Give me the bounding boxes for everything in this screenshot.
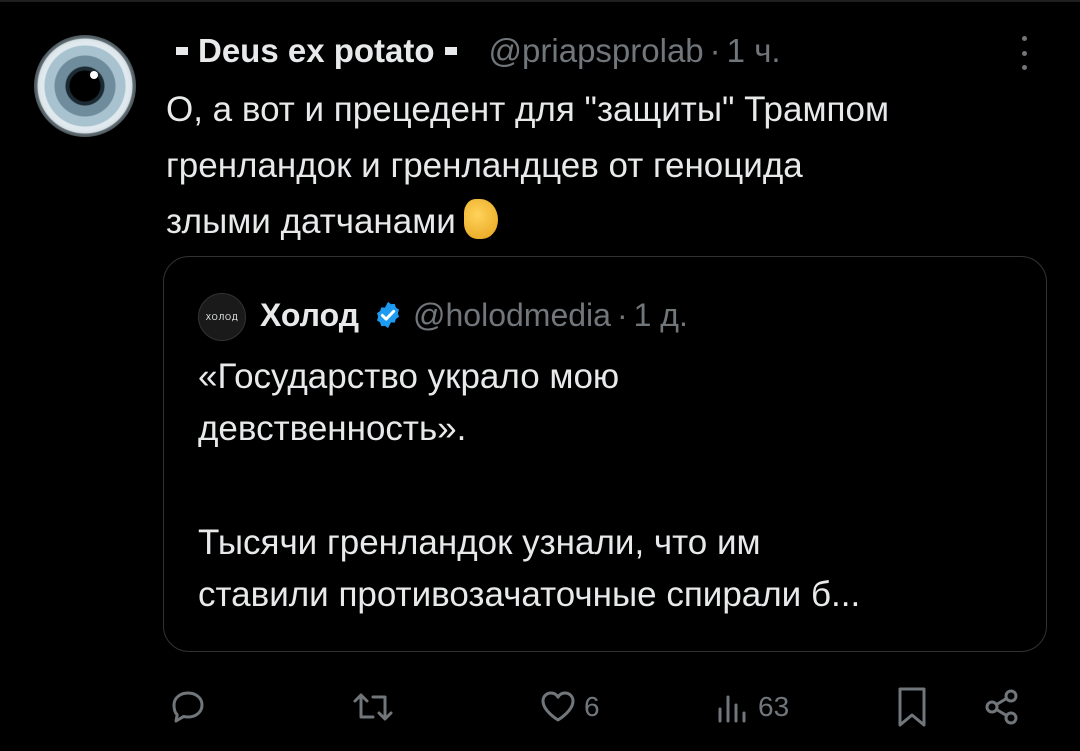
name-decoration-icon bbox=[444, 47, 457, 55]
post-timestamp[interactable]: 1 ч. bbox=[727, 32, 781, 70]
quoted-post-card[interactable]: ХОЛОД Холод @holodmedia · 1 д. «Государс… bbox=[163, 256, 1047, 652]
quoted-post-text: «Государство украло мою девственность». … bbox=[198, 351, 1018, 621]
repost-icon bbox=[353, 693, 393, 721]
action-bar: 6 63 bbox=[0, 680, 1080, 734]
bookmark-icon bbox=[898, 687, 926, 727]
post-header: Deus ex potato @priapsprolab · 1 ч. bbox=[166, 26, 781, 76]
quoted-text-line: девственность». bbox=[198, 409, 467, 448]
verified-badge-icon bbox=[377, 301, 400, 329]
quoted-author-handle[interactable]: @holodmedia bbox=[413, 297, 611, 334]
header-separator: · bbox=[709, 32, 721, 69]
quoted-header-separator: · bbox=[616, 296, 628, 333]
quoted-text-line: Тысячи гренландок узнали, что им bbox=[198, 523, 761, 562]
repost-button[interactable] bbox=[350, 680, 402, 734]
views-button[interactable]: 63 bbox=[712, 680, 789, 734]
post-text-line: гренландок и гренландцев от геноцида bbox=[166, 146, 803, 185]
more-options-icon[interactable] bbox=[1014, 36, 1034, 70]
post-text-line: О, а вот и прецедент для "защиты" Трампо… bbox=[166, 90, 890, 129]
heart-icon bbox=[541, 691, 575, 722]
quoted-author-avatar[interactable]: ХОЛОД bbox=[198, 293, 246, 341]
quoted-text-line: ставили противозачаточные спирали б... bbox=[198, 575, 861, 614]
name-decoration-icon bbox=[176, 47, 188, 55]
top-divider bbox=[0, 0, 1080, 2]
share-icon bbox=[985, 689, 1018, 725]
pinching-hand-emoji-icon bbox=[463, 199, 498, 239]
author-name[interactable]: Deus ex potato bbox=[198, 32, 435, 70]
reply-icon bbox=[172, 691, 204, 723]
quoted-post-header: Холод @holodmedia · 1 д. bbox=[260, 292, 688, 338]
like-count: 6 bbox=[584, 691, 600, 722]
reply-button[interactable] bbox=[168, 680, 214, 734]
author-avatar[interactable] bbox=[34, 35, 136, 137]
share-button[interactable] bbox=[982, 680, 1022, 734]
bookmark-button[interactable] bbox=[892, 680, 932, 734]
like-button[interactable]: 6 bbox=[538, 680, 600, 734]
views-count: 63 bbox=[758, 691, 790, 722]
post-text: О, а вот и прецедент для "защиты" Трампо… bbox=[166, 82, 1046, 250]
quoted-post-timestamp[interactable]: 1 д. bbox=[634, 297, 688, 334]
post-text-line-content: злыми датчанами bbox=[166, 202, 456, 241]
quoted-text-line: «Государство украло мою bbox=[198, 357, 620, 396]
analytics-icon bbox=[718, 695, 746, 723]
post-text-line: злыми датчанами bbox=[166, 194, 1046, 250]
author-handle[interactable]: @priapsprolab bbox=[489, 32, 704, 70]
quoted-author-name[interactable]: Холод bbox=[260, 297, 359, 334]
